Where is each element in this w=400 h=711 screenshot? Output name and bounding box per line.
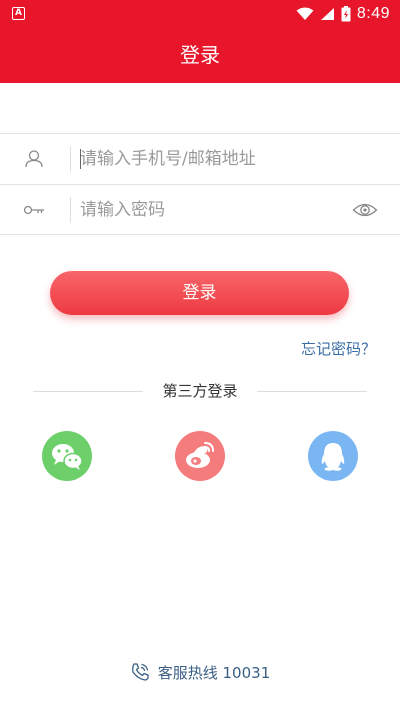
third-party-divider: 第三方登录 xyxy=(0,380,400,404)
field-divider xyxy=(70,197,71,223)
app-header: A 8:49 登录 xyxy=(0,0,400,83)
weibo-icon xyxy=(186,442,214,468)
eye-icon[interactable] xyxy=(352,198,378,222)
field-divider xyxy=(70,146,71,172)
wechat-icon xyxy=(52,444,83,470)
user-icon xyxy=(25,150,43,168)
login-button[interactable]: 登录 xyxy=(50,271,349,315)
wechat-login-button[interactable] xyxy=(42,431,92,481)
battery-charging-icon xyxy=(341,6,351,22)
divider-line-right xyxy=(257,391,367,392)
divider-line-left xyxy=(33,391,143,392)
weibo-login-button[interactable] xyxy=(175,431,225,481)
status-icons: 8:49 xyxy=(296,4,390,24)
third-party-label: 第三方登录 xyxy=(162,382,238,400)
status-bar: A 8:49 xyxy=(0,0,400,28)
password-field[interactable] xyxy=(0,184,400,235)
app-notification-icon: A xyxy=(12,7,25,20)
hotline-label: 客服热线 10031 xyxy=(157,663,271,682)
qq-login-button[interactable] xyxy=(308,431,358,481)
page-title: 登录 xyxy=(180,43,220,67)
forgot-password-link[interactable]: 忘记密码？ xyxy=(301,338,376,359)
customer-hotline[interactable]: 客服热线 10031 xyxy=(0,660,400,684)
key-icon xyxy=(23,205,44,215)
password-input[interactable] xyxy=(80,193,330,227)
phone-icon xyxy=(131,663,149,681)
signal-icon xyxy=(320,8,334,20)
status-time: 8:49 xyxy=(356,5,390,22)
username-input[interactable] xyxy=(80,142,330,176)
username-field[interactable] xyxy=(0,133,400,183)
text-cursor xyxy=(80,149,81,169)
wifi-icon xyxy=(296,7,314,20)
qq-icon xyxy=(321,443,345,471)
